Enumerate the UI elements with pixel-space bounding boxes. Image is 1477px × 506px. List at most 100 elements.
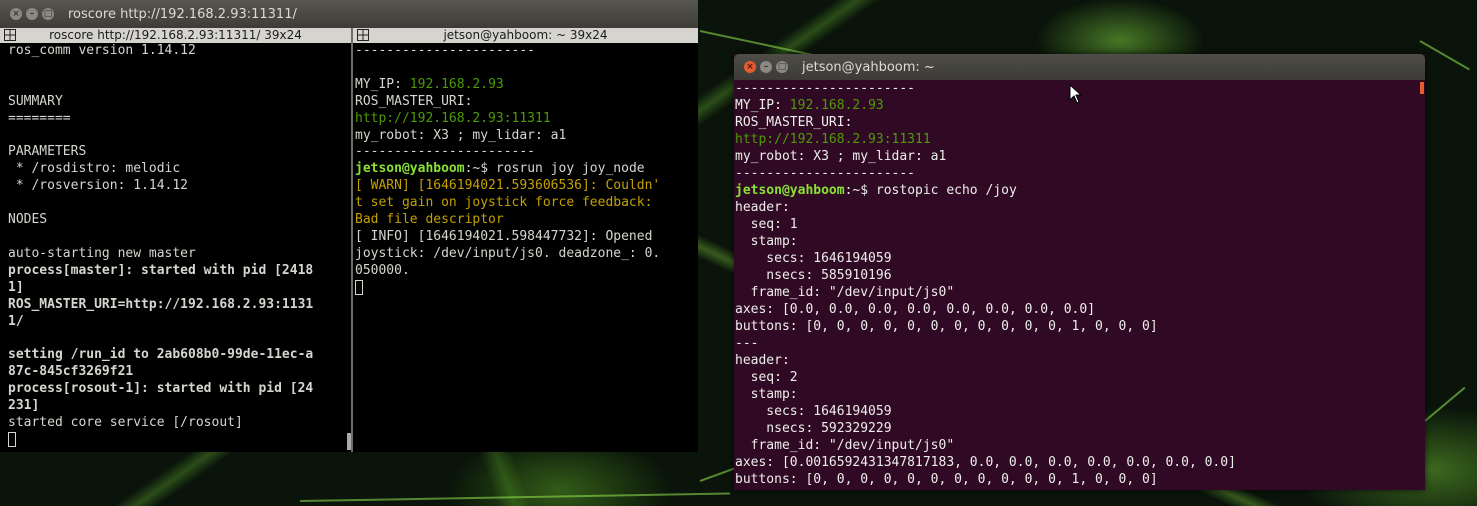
line-text: :~$ rosrun joy joy_node bbox=[464, 161, 645, 177]
terminal-line: axes: [0.0, 0.0, 0.0, 0.0, 0.0, 0.0, 0.0… bbox=[735, 301, 1425, 318]
close-icon[interactable]: × bbox=[744, 61, 756, 73]
terminal-line: ======== bbox=[8, 111, 348, 128]
line-text: stamp: bbox=[735, 234, 798, 249]
terminal-line: ROS_MASTER_URI: bbox=[355, 94, 695, 111]
wallpaper-line bbox=[299, 492, 730, 502]
line-text: --- bbox=[735, 336, 759, 351]
terminal-line: ros_comm version 1.14.12 bbox=[8, 43, 348, 60]
minimize-icon[interactable]: – bbox=[26, 8, 38, 20]
line-text: ----------------------- bbox=[735, 166, 916, 181]
line-text: buttons: [0, 0, 0, 0, 0, 0, 0, 0, 0, 0, … bbox=[735, 472, 1158, 487]
terminal-line: nsecs: 592329229 bbox=[735, 420, 1425, 437]
line-text: header: bbox=[735, 353, 790, 368]
prompt-user-host: jetson@yahboom bbox=[735, 183, 845, 198]
line-text: * /rosdistro: melodic bbox=[8, 161, 181, 177]
scrollbar-marker[interactable] bbox=[1420, 82, 1424, 94]
terminal-line: http://192.168.2.93:11311 bbox=[735, 131, 1425, 148]
prompt-user-host: jetson@yahboom bbox=[355, 161, 465, 177]
terminal-line: SUMMARY bbox=[8, 94, 348, 111]
terminator-window[interactable]: × – □ roscore http://192.168.2.93:11311/… bbox=[0, 0, 698, 452]
line-text: 87c-845cf3269f21 bbox=[8, 364, 134, 380]
line-text: ros_comm version 1.14.12 bbox=[8, 43, 196, 58]
terminal-line: Bad file descriptor bbox=[355, 212, 695, 229]
terminal-pane-joy[interactable]: ----------------------- MY_IP: 192.168.2… bbox=[355, 43, 695, 452]
pane-header-roscore[interactable]: roscore http://192.168.2.93:11311/ 39x24 bbox=[0, 28, 351, 43]
terminal-line: jetson@yahboom:~$ rosrun joy joy_node bbox=[355, 161, 695, 178]
terminal-line: secs: 1646194059 bbox=[735, 250, 1425, 267]
line-text: ----------------------- bbox=[735, 81, 916, 96]
terminal-line: 1/ bbox=[8, 314, 348, 331]
wallpaper-line bbox=[1419, 40, 1470, 71]
line-text: :~$ rostopic echo /joy bbox=[844, 183, 1017, 198]
terminal-line: setting /run_id to 2ab608b0-99de-11ec-a bbox=[8, 347, 348, 364]
line-text: ======== bbox=[8, 110, 71, 126]
terminal-line: http://192.168.2.93:11311 bbox=[355, 111, 695, 128]
terminal-line: buttons: [0, 0, 0, 0, 0, 0, 0, 0, 0, 0, … bbox=[735, 318, 1425, 335]
line-text: my_robot: X3 ; my_lidar: a1 bbox=[735, 149, 947, 164]
window-titlebar[interactable]: × – □ roscore http://192.168.2.93:11311/ bbox=[0, 0, 698, 28]
line-text: process[master]: started with pid [2418 bbox=[8, 262, 314, 278]
terminal-line: --- bbox=[735, 335, 1425, 352]
line-text: MY_IP: bbox=[735, 98, 790, 113]
terminal-pane-roscore[interactable]: ros_comm version 1.14.12 SUMMARY ========… bbox=[8, 43, 348, 452]
maximize-icon[interactable]: □ bbox=[42, 8, 54, 20]
terminal-line: 231] bbox=[8, 398, 348, 415]
line-text: MY_IP: bbox=[355, 76, 410, 92]
window-title: roscore http://192.168.2.93:11311/ bbox=[68, 6, 297, 22]
terminal-line: MY_IP: 192.168.2.93 bbox=[355, 77, 695, 94]
terminal-line: process[rosout-1]: started with pid [24 bbox=[8, 381, 348, 398]
terminal-line: process[master]: started with pid [2418 bbox=[8, 263, 348, 280]
terminal-line: ----------------------- bbox=[355, 144, 695, 161]
line-text: [ INFO] [1646194021.598447732]: Opened bbox=[355, 228, 653, 244]
scrollbar-thumb[interactable] bbox=[347, 433, 351, 450]
line-text: axes: [0.0, 0.0, 0.0, 0.0, 0.0, 0.0, 0.0… bbox=[735, 302, 1096, 317]
terminal-content[interactable]: ----------------------- MY_IP: 192.168.2.… bbox=[734, 80, 1425, 490]
terminal-line: ROS_MASTER_URI: bbox=[735, 114, 1425, 131]
terminal-line: jetson@yahboom:~$ rostopic echo /joy bbox=[735, 182, 1425, 199]
wallpaper-line bbox=[699, 466, 738, 482]
window-title: jetson@yahboom: ~ bbox=[802, 59, 935, 75]
terminal-line: header: bbox=[735, 352, 1425, 369]
line-text: secs: 1646194059 bbox=[735, 404, 892, 419]
line-text: ----------------------- bbox=[355, 144, 536, 160]
terminal-line: secs: 1646194059 bbox=[735, 403, 1425, 420]
line-text: nsecs: 585910196 bbox=[735, 268, 892, 283]
line-text: Bad file descriptor bbox=[355, 212, 504, 228]
pane-header-jetson[interactable]: jetson@yahboom: ~ 39x24 bbox=[353, 28, 698, 43]
terminal-line: ROS_MASTER_URI=http://192.168.2.93:1131 bbox=[8, 297, 348, 314]
close-icon[interactable]: × bbox=[10, 8, 22, 20]
terminal-line: buttons: [0, 0, 0, 0, 0, 0, 0, 0, 0, 0, … bbox=[735, 471, 1425, 488]
line-text: frame_id: "/dev/input/js0" bbox=[735, 285, 955, 300]
terminal-line: frame_id: "/dev/input/js0" bbox=[735, 437, 1425, 454]
maximize-icon[interactable]: □ bbox=[776, 61, 788, 73]
terminal-line: stamp: bbox=[735, 386, 1425, 403]
terminal-line: my_robot: X3 ; my_lidar: a1 bbox=[735, 148, 1425, 165]
pane-divider[interactable] bbox=[351, 28, 353, 452]
window-titlebar[interactable]: × – □ jetson@yahboom: ~ bbox=[734, 54, 1425, 80]
terminal-line: [ WARN] [1646194021.593606536]: Couldn' bbox=[355, 178, 695, 195]
line-text: nsecs: 592329229 bbox=[735, 421, 892, 436]
line-text: 1/ bbox=[8, 313, 24, 329]
terminal-line: seq: 1 bbox=[735, 216, 1425, 233]
line-text: 1] bbox=[8, 279, 24, 295]
terminal-window[interactable]: × – □ jetson@yahboom: ~ ----------------… bbox=[734, 54, 1425, 490]
terminal-line: 1] bbox=[8, 280, 348, 297]
terminal-line: joystick: /dev/input/js0. deadzone_: 0. bbox=[355, 246, 695, 263]
terminal-line: stamp: bbox=[735, 233, 1425, 250]
pane-title: jetson@yahboom: ~ 39x24 bbox=[443, 28, 608, 42]
terminal-line: seq: 2 bbox=[735, 369, 1425, 386]
terminal-line: ----------------------- bbox=[355, 43, 695, 60]
line-text: auto-starting new master bbox=[8, 245, 196, 261]
terminal-line: * /rosdistro: melodic bbox=[8, 161, 348, 178]
line-text: ----------------------- bbox=[355, 43, 536, 58]
line-text: seq: 2 bbox=[735, 370, 798, 385]
terminal-line: NODES bbox=[8, 212, 348, 229]
line-text: buttons: [0, 0, 0, 0, 0, 0, 0, 0, 0, 0, … bbox=[735, 319, 1158, 334]
minimize-icon[interactable]: – bbox=[760, 61, 772, 73]
line-text: [ WARN] [1646194021.593606536]: Couldn' bbox=[355, 178, 661, 194]
